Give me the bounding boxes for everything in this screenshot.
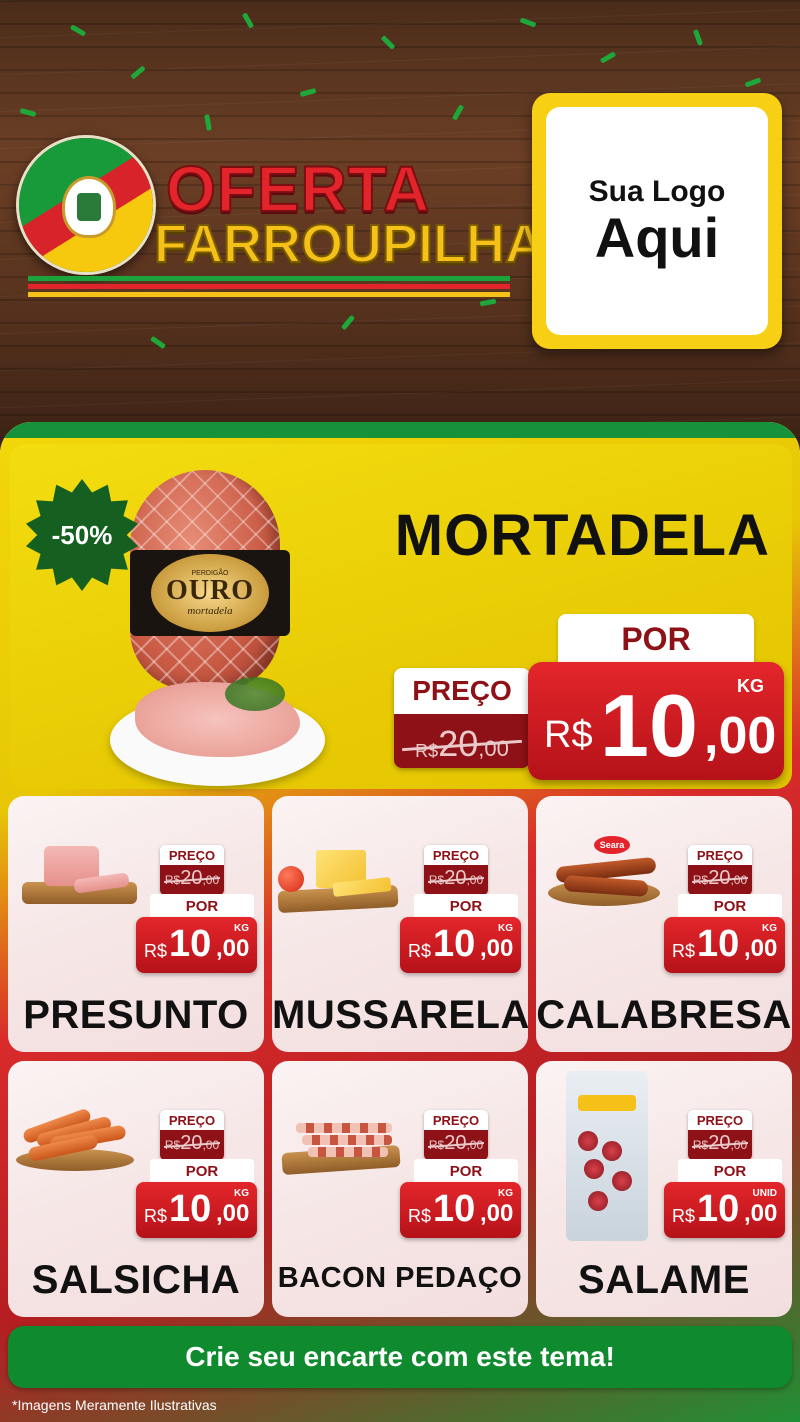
- price-value: 10: [433, 1188, 476, 1230]
- product-name: SALSICHA: [31, 1258, 241, 1302]
- confetti: [744, 77, 762, 88]
- hero-por-label: POR: [558, 614, 754, 664]
- hero-offer: PERDIGÃO OURO mortadela -50% MORTADELA P…: [10, 444, 792, 789]
- price-unit: KG: [498, 1188, 513, 1199]
- brand-block: OFERTA FARROUPILHA: [16, 135, 545, 305]
- title-line2: FARROUPILHA: [153, 214, 545, 274]
- new-price: KG R$ 10,00: [136, 1182, 257, 1238]
- product-name: PRESUNTO: [23, 993, 249, 1037]
- price-value: 10: [697, 1188, 740, 1230]
- divider-green: [28, 276, 510, 281]
- new-price: KG R$ 10,00: [664, 917, 785, 973]
- header-background: OFERTA FARROUPILHA Sua Logo Aqui: [0, 0, 800, 440]
- logo-text-line1: Sua Logo: [588, 174, 726, 208]
- por-label: POR: [150, 894, 254, 918]
- old-price-label: PREÇO: [412, 675, 512, 706]
- confetti: [599, 51, 617, 64]
- confetti: [69, 24, 87, 37]
- ham-icon: [14, 836, 144, 936]
- confetti: [380, 35, 396, 50]
- confetti: [451, 104, 465, 121]
- price-unit: KG: [498, 923, 513, 934]
- confetti: [150, 335, 166, 350]
- confetti: [299, 88, 317, 97]
- price-value: 10: [697, 923, 740, 965]
- product-card: PREÇOR$20,00PORKGR$10,00 MUSSARELA: [272, 796, 528, 1052]
- old-price: PREÇOR$20,00: [688, 845, 752, 895]
- confetti: [19, 108, 37, 117]
- confetti: [692, 29, 704, 46]
- brand-big: OURO: [166, 574, 254, 606]
- confetti: [241, 12, 255, 29]
- old-price: PREÇOR$20,00: [424, 1110, 488, 1160]
- logo-text-line2: Aqui: [594, 205, 720, 269]
- product-card: PREÇOR$20,00PORKGR$10,00 PRESUNTO: [8, 796, 264, 1052]
- confetti: [340, 314, 356, 331]
- hero-new-price: KG R$ 10 ,00: [528, 662, 784, 780]
- new-price: KG R$ 10,00: [136, 917, 257, 973]
- rs-flag-icon: [16, 135, 156, 275]
- product-name: SALAME: [578, 1258, 750, 1302]
- product-name: CALABRESA: [536, 993, 792, 1037]
- coat-of-arms-icon: [62, 176, 116, 238]
- price-value: 10: [600, 676, 698, 775]
- old-price: PREÇOR$20,00: [160, 1110, 224, 1160]
- divider-red: [28, 284, 510, 289]
- new-price: UNID R$ 10,00: [664, 1182, 785, 1238]
- price-value: 10: [169, 1188, 212, 1230]
- hotdog-icon: [14, 1101, 144, 1201]
- price-unit: KG: [234, 923, 249, 934]
- mortadela-image: PERDIGÃO OURO mortadela: [105, 462, 330, 792]
- sausage-icon: Seara: [542, 836, 672, 936]
- por-label: POR: [150, 1159, 254, 1183]
- price-value: 10: [433, 923, 476, 965]
- product-name: BACON PEDAÇO: [277, 1262, 523, 1294]
- por-label: POR: [678, 1159, 782, 1183]
- por-label: POR: [678, 894, 782, 918]
- price-unit: KG: [234, 1188, 249, 1199]
- disclaimer: *Imagens Meramente Ilustrativas: [12, 1397, 217, 1413]
- salame-icon: [542, 1071, 672, 1241]
- brand-sub: mortadela: [187, 604, 233, 617]
- confetti: [130, 65, 146, 80]
- old-price: PREÇOR$20,00: [160, 845, 224, 895]
- product-card: PREÇOR$20,00PORKGR$10,00 SALSICHA: [8, 1061, 264, 1317]
- bacon-icon: [278, 1101, 408, 1201]
- price-value: 10: [169, 923, 212, 965]
- cheese-icon: [277, 836, 408, 936]
- confetti: [519, 17, 537, 28]
- product-card: Seara PREÇOR$20,00PORKGR$10,00 CALABRESA: [536, 796, 792, 1052]
- divider-yellow: [28, 292, 510, 297]
- offers-panel: PERDIGÃO OURO mortadela -50% MORTADELA P…: [0, 422, 800, 1422]
- mortadela-label: PERDIGÃO OURO mortadela: [130, 550, 290, 636]
- confetti: [204, 114, 212, 131]
- discount-text: -50%: [51, 519, 113, 550]
- hero-old-price: PREÇO R$ 20,00: [394, 668, 530, 768]
- hero-product-name: MORTADELA: [394, 503, 770, 568]
- product-card: PREÇOR$20,00PORKGR$10,00 BACON PEDAÇO: [272, 1061, 528, 1317]
- new-price: KG R$ 10,00: [400, 917, 521, 973]
- price-unit: KG: [762, 923, 777, 934]
- old-price: PREÇOR$20,00: [688, 1110, 752, 1160]
- cta-button[interactable]: Crie seu encarte com este tema!: [8, 1326, 792, 1388]
- price-unit: KG: [737, 676, 764, 696]
- product-name: MUSSARELA: [272, 993, 528, 1037]
- product-card: PREÇOR$20,00PORUNIDR$10,00 SALAME: [536, 1061, 792, 1317]
- title-line1: OFERTA: [165, 153, 431, 225]
- price-unit: UNID: [752, 1188, 777, 1199]
- old-price: PREÇOR$20,00: [424, 845, 488, 895]
- new-price: KG R$ 10,00: [400, 1182, 521, 1238]
- logo-placeholder: Sua Logo Aqui: [532, 93, 782, 349]
- por-label: POR: [414, 1159, 518, 1183]
- por-label: POR: [414, 894, 518, 918]
- brand-logo: Seara: [594, 836, 630, 854]
